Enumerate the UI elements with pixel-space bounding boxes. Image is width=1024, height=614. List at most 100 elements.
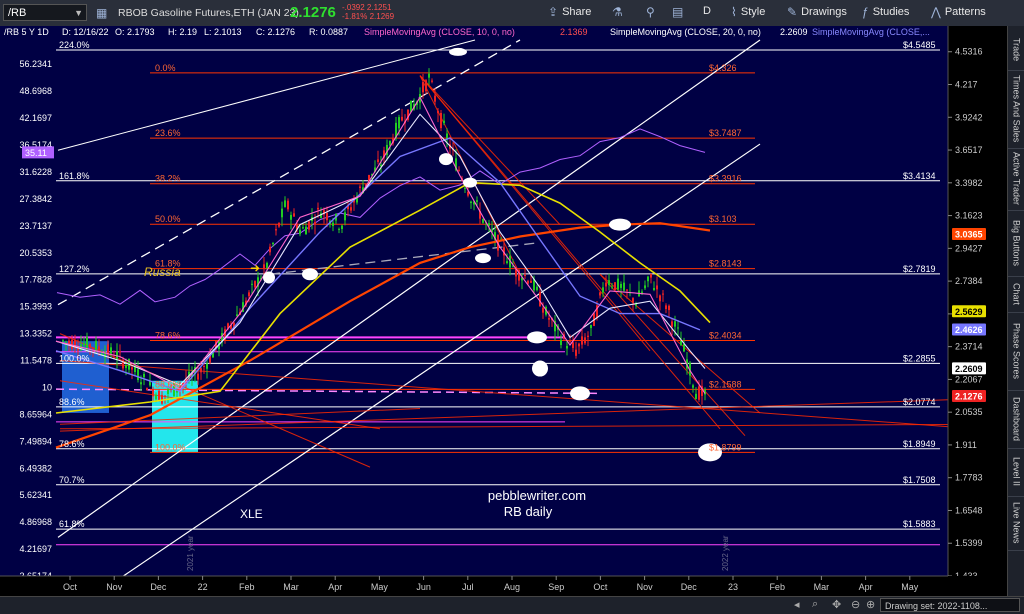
candle-body xyxy=(422,82,424,93)
x-axis-label: May xyxy=(371,582,389,592)
fib-left-label: 88.6% xyxy=(59,397,85,407)
fib-left-label: 161.8% xyxy=(59,171,90,181)
candle-body xyxy=(326,212,328,221)
candle-body xyxy=(83,343,85,346)
price-chart[interactable]: /RB 5 Y 1D D: 12/16/22 O: 2.1793 H: 2.19… xyxy=(0,26,1008,614)
candle-body xyxy=(434,95,436,102)
sidebar-tab-dashboard[interactable]: Dashboard xyxy=(1008,390,1024,449)
candle-body xyxy=(623,282,625,291)
patterns-button[interactable]: ⋀ Patterns xyxy=(931,5,986,19)
candle-body xyxy=(476,200,478,202)
price-badge-label: 2.5629 xyxy=(955,307,983,317)
candle-body xyxy=(647,276,649,282)
style-button[interactable]: ⌇ Style xyxy=(731,5,765,19)
sidebar-tab-chart[interactable]: Chart xyxy=(1008,276,1024,313)
candle-body xyxy=(350,207,352,211)
right-axis-label: 3.1623 xyxy=(955,211,983,221)
drag-icon[interactable]: ✥ xyxy=(832,598,841,611)
info-sma20: SimpleMovingAvg (CLOSE, 20, 0, no) xyxy=(610,27,761,37)
candle-body xyxy=(89,344,91,348)
candle-body xyxy=(275,229,277,231)
fib-left-label: 127.2% xyxy=(59,264,90,274)
drawing-set-label: Drawing set: 2022-1108... xyxy=(885,601,988,611)
timeframe-button[interactable]: D xyxy=(703,5,711,17)
zoom-out-icon[interactable]: ⊖ xyxy=(851,598,860,611)
candle-body xyxy=(578,343,580,347)
style-icon: ⌇ xyxy=(731,5,737,19)
left-axis-label: 4.21697 xyxy=(19,544,52,554)
chart-area[interactable]: /RB 5 Y 1D D: 12/16/22 O: 2.1793 H: 2.19… xyxy=(0,26,1008,614)
scroll-left-icon[interactable]: ◂ xyxy=(794,598,800,611)
fib-right-label: 100.0% xyxy=(155,442,186,452)
candle-body xyxy=(431,80,433,82)
zoom-icon[interactable]: ⌕ xyxy=(812,598,818,611)
candle-body xyxy=(206,363,208,369)
grid-icon[interactable]: ▦ xyxy=(96,6,107,20)
share-icon: ⇪ xyxy=(548,5,559,19)
fib-right-label: 23.6% xyxy=(155,128,181,138)
candle-body xyxy=(314,221,316,225)
sidebar-tab-live-news[interactable]: Live News xyxy=(1008,496,1024,551)
candle-body xyxy=(287,200,289,210)
flask-icon[interactable]: ⚗ xyxy=(612,5,623,19)
fib-right-label: 88.6% xyxy=(155,379,181,389)
left-axis-label: 7.49894 xyxy=(19,436,52,446)
candle-body xyxy=(668,305,670,311)
zoom-in-icon[interactable]: ⊕ xyxy=(866,598,875,611)
studies-button[interactable]: ƒ Studies xyxy=(862,5,909,19)
sidebar-tab-trade[interactable]: Trade xyxy=(1008,30,1024,71)
candle-body xyxy=(458,169,460,171)
candle-body xyxy=(266,262,268,268)
x-axis-label: Nov xyxy=(106,582,123,592)
candle-body xyxy=(77,348,79,351)
left-axis-label: 17.7828 xyxy=(19,275,52,285)
fib-right-value: $2.1588 xyxy=(709,379,742,389)
instrument-name: RBOB Gasoline Futures,ETH (JAN 23) xyxy=(118,7,299,19)
sidebar-tab-active-trader[interactable]: Active Trader xyxy=(1008,148,1024,211)
sidebar-tab-times-and-sales[interactable]: Times And Sales xyxy=(1008,70,1024,149)
change-value: -.0392 xyxy=(342,3,365,12)
xle-badge-label: 35.11 xyxy=(25,148,47,158)
candle-body xyxy=(359,186,361,188)
top-toolbar: /RB ▼ ▦ RBOB Gasoline Futures,ETH (JAN 2… xyxy=(0,0,1024,27)
candle-body xyxy=(506,261,508,264)
right-axis-label: 2.3714 xyxy=(955,342,983,352)
fib-left-value: $1.7508 xyxy=(903,475,936,485)
fib-right-value: $3.7487 xyxy=(709,128,742,138)
drawing-set-select[interactable]: Drawing set: 2022-1108... xyxy=(880,598,1020,612)
candle-body xyxy=(677,327,679,329)
share-button[interactable]: ⇪ Share xyxy=(548,5,591,19)
left-axis-label: 31.6228 xyxy=(19,167,52,177)
pin-icon[interactable]: ⚲ xyxy=(646,5,655,19)
candle-body xyxy=(620,283,622,288)
left-axis-label: 6.49382 xyxy=(19,463,52,473)
candle-body xyxy=(68,340,70,344)
candle-body xyxy=(338,228,340,230)
fib-right-label: 61.8% xyxy=(155,259,181,269)
left-axis-label: 48.6968 xyxy=(19,86,52,96)
candle-body xyxy=(659,295,661,302)
info-sma10-value: 2.1369 xyxy=(560,27,588,37)
drawings-button[interactable]: ✎ Drawings xyxy=(787,5,847,19)
fib-left-label: 78.6% xyxy=(59,439,85,449)
sidebar-tab-big-buttons[interactable]: Big Buttons xyxy=(1008,210,1024,277)
candle-body xyxy=(302,227,304,229)
fib-left-label: 61.8% xyxy=(59,519,85,529)
watermark-title: RB daily xyxy=(504,504,553,519)
symbol-input[interactable]: /RB ▼ xyxy=(3,4,87,21)
candle-body xyxy=(590,324,592,329)
candle-body xyxy=(602,287,604,293)
candle-body xyxy=(581,336,583,345)
left-axis-label: 10 xyxy=(42,382,52,392)
x-axis-label: Feb xyxy=(239,582,255,592)
candle-body xyxy=(137,369,139,380)
sidebar-tab-phase-scores[interactable]: Phase Scores xyxy=(1008,312,1024,391)
calendar-icon[interactable]: ▤ xyxy=(672,5,683,19)
candle-body xyxy=(656,285,658,290)
patterns-icon: ⋀ xyxy=(931,5,941,19)
right-sidebar: Trade Times And Sales Active Trader Big But… xyxy=(1007,26,1024,596)
patterns-label: Patterns xyxy=(944,6,986,18)
x-axis-label: Apr xyxy=(859,582,873,592)
candle-body xyxy=(599,292,601,296)
sidebar-tab-level-ii[interactable]: Level II xyxy=(1008,448,1024,497)
